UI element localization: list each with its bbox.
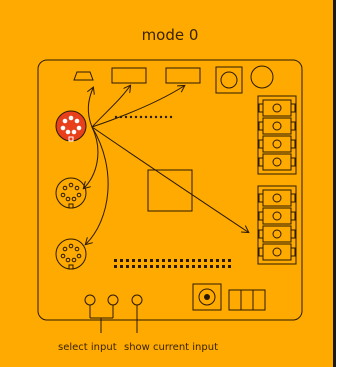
header-pin [132, 259, 135, 262]
select-button-2[interactable] [107, 294, 119, 306]
header-pin [144, 259, 147, 262]
din-connector-active [55, 110, 87, 142]
header-pin [168, 259, 171, 262]
diagram-canvas: mode 0 select input show current input [0, 0, 333, 367]
din-connector-3 [55, 238, 87, 270]
terminal-group-bottom [257, 185, 297, 265]
header-pin [144, 265, 147, 268]
header-pin [138, 259, 141, 262]
small-port-icon [73, 71, 94, 81]
din-connector-2 [55, 177, 87, 209]
show-input-button[interactable] [131, 294, 143, 306]
header-pin [174, 259, 177, 262]
header-pin [120, 259, 123, 262]
header-pin [120, 265, 123, 268]
header-pin [150, 259, 153, 262]
select-input-label: select input [58, 342, 117, 353]
header-pin [204, 265, 207, 268]
header-pin [114, 265, 117, 268]
terminal-block [258, 225, 296, 243]
header-dot [144, 115, 148, 119]
switch-block [228, 289, 266, 311]
header-pin [222, 265, 225, 268]
terminal-block [258, 135, 296, 153]
port-box-2 [165, 67, 201, 84]
header-pin [138, 265, 141, 268]
diagram-title: mode 0 [142, 26, 199, 44]
jack-ring [220, 71, 238, 89]
terminal-block-column [257, 95, 297, 265]
header-pin [114, 259, 117, 262]
header-pin [132, 265, 135, 268]
terminal-block [258, 189, 296, 207]
header-dot [139, 115, 143, 119]
routing-arrows [84, 86, 248, 244]
header-pin [168, 265, 171, 268]
header-pin [228, 259, 231, 262]
header-dot [124, 115, 128, 119]
terminal-block [258, 243, 296, 261]
terminal-block [258, 99, 296, 117]
header-pin [156, 259, 159, 262]
header-pin [150, 265, 153, 268]
header-dot [149, 115, 153, 119]
header-pin [180, 259, 183, 262]
header-pins-bottom [114, 259, 231, 268]
board-diagram: mode 0 select input show current input [37, 26, 303, 353]
header-pin [162, 259, 165, 262]
header-dot [159, 115, 163, 119]
header-pin [198, 259, 201, 262]
header-pin [198, 265, 201, 268]
header-pin [210, 265, 213, 268]
select-button-1[interactable] [84, 294, 96, 306]
port-box-1 [111, 67, 147, 84]
header-pin [228, 265, 231, 268]
header-pin [162, 265, 165, 268]
header-pin [180, 265, 183, 268]
header-pin [186, 265, 189, 268]
terminal-block [258, 117, 296, 135]
jack-square [215, 66, 243, 94]
terminal-block [258, 207, 296, 225]
window-edge [333, 0, 336, 367]
header-pin [174, 265, 177, 268]
header-dot [154, 115, 158, 119]
terminal-block [258, 153, 296, 171]
header-pin [204, 259, 207, 262]
round-port [250, 65, 274, 89]
header-dot [129, 115, 133, 119]
header-pin [216, 259, 219, 262]
header-pin [126, 259, 129, 262]
header-dot [169, 115, 173, 119]
terminal-group-top [257, 95, 297, 175]
header-dot [164, 115, 168, 119]
header-pin [222, 259, 225, 262]
power-jack-inner [204, 294, 210, 300]
header-pin [126, 265, 129, 268]
header-pin [210, 259, 213, 262]
header-pin [216, 265, 219, 268]
button-leader-lines [89, 305, 138, 333]
header-dot [134, 115, 138, 119]
header-pin [192, 265, 195, 268]
header-pin [192, 259, 195, 262]
header-dots-top [114, 115, 173, 119]
header-pin [156, 265, 159, 268]
show-current-input-label: show current input [124, 342, 218, 353]
header-pin [186, 259, 189, 262]
